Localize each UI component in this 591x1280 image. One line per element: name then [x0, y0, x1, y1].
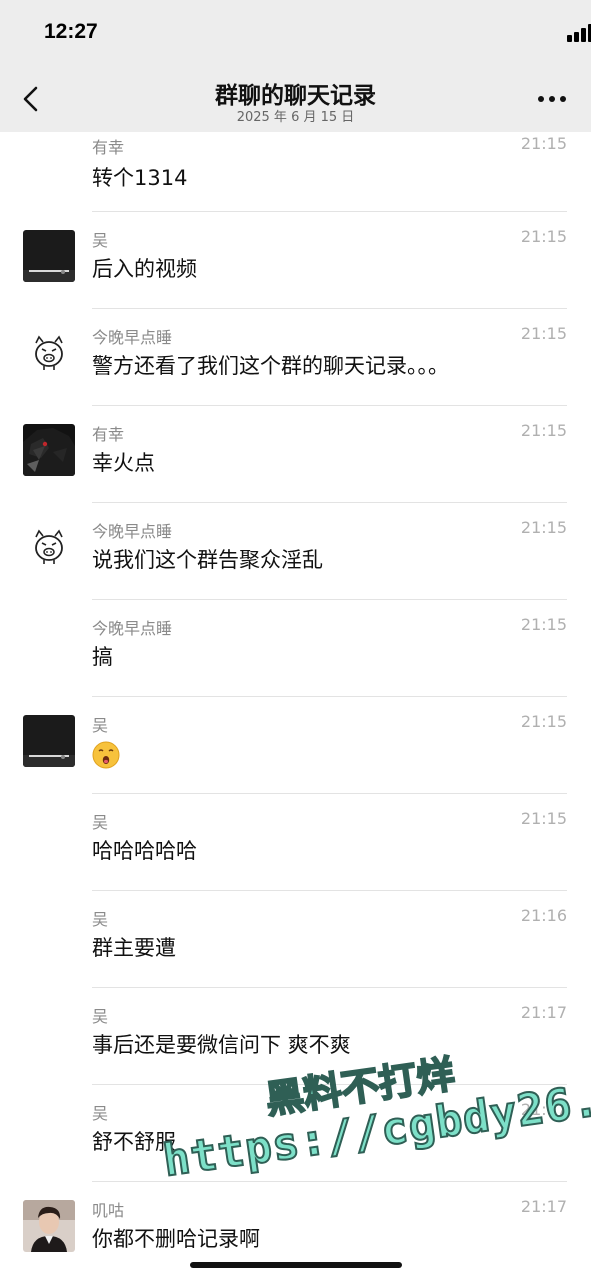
- sender-name: 吴: [92, 1104, 109, 1123]
- message-item[interactable]: 有幸 21:15 转个1314: [0, 132, 591, 212]
- message-text: 说我们这个群告聚众淫乱: [92, 548, 323, 572]
- surprised-face-emoji: [92, 741, 120, 769]
- message-time: 21:15: [520, 518, 567, 537]
- sender-name: 吴: [92, 813, 109, 832]
- pig-face-avatar[interactable]: [23, 521, 75, 573]
- sender-name: 今晚早点睡: [92, 328, 173, 347]
- message-time: 21:16: [520, 906, 567, 925]
- message-text: 警方还看了我们这个群的聊天记录。。。: [92, 354, 449, 378]
- message-item[interactable]: 吴 21:15 哈哈哈哈哈: [0, 794, 591, 891]
- message-item[interactable]: 吴 21:16 群主要遭: [0, 891, 591, 988]
- message-text: 事后还是要微信问下 爽不爽: [92, 1033, 351, 1057]
- message-time: 21:15: [520, 324, 567, 343]
- dark-photo-avatar[interactable]: [23, 230, 75, 282]
- message-item[interactable]: 今晚早点睡 21:15 说我们这个群告聚众淫乱: [0, 503, 591, 600]
- page-title: 群聊的聊天记录: [215, 83, 376, 109]
- message-time: 21:17: [520, 1197, 567, 1216]
- message-item[interactable]: 今晚早点睡 21:15 搞: [0, 600, 591, 697]
- message-time: 21:15: [520, 712, 567, 731]
- message-time: 21:15: [520, 227, 567, 246]
- message-time: 21:17: [520, 1100, 567, 1119]
- message-time: 21:17: [520, 1003, 567, 1022]
- sender-name: 吴: [92, 910, 109, 929]
- message-item[interactable]: 今晚早点睡 21:15 警方还看了我们这个群的聊天记录。。。: [0, 309, 591, 406]
- pig-face-avatar[interactable]: [23, 327, 75, 379]
- message-item[interactable]: 吴 21:17 舒不舒服: [0, 1085, 591, 1182]
- sender-name: 叽咕: [92, 1201, 125, 1220]
- message-text: 舒不舒服: [92, 1130, 176, 1154]
- sender-name: 今晚早点睡: [92, 619, 173, 638]
- message-item[interactable]: 吴 21:17 事后还是要微信问下 爽不爽: [0, 988, 591, 1085]
- sender-name: 吴: [92, 1007, 109, 1026]
- home-indicator[interactable]: [190, 1262, 402, 1268]
- message-item[interactable]: 吴 21:15: [0, 697, 591, 794]
- sender-name: 有幸: [92, 138, 125, 157]
- message-text: 哈哈哈哈哈: [92, 839, 197, 863]
- page-subtitle-date: 2025 年 6 月 15 日: [236, 110, 355, 125]
- man-photo-avatar[interactable]: [23, 1200, 75, 1252]
- message-text: 群主要遭: [92, 936, 176, 960]
- message-text: 转个1314: [92, 166, 188, 190]
- sender-name: 吴: [92, 231, 109, 250]
- signal-icon: [567, 24, 591, 44]
- top-bar: 12:27 群聊的聊天记录 2025 年 6 月 15 日: [0, 0, 591, 132]
- message-time: 21:15: [520, 809, 567, 828]
- sender-name: 吴: [92, 716, 109, 735]
- message-item[interactable]: 有幸 21:15 幸火点: [0, 406, 591, 503]
- message-time: 21:15: [520, 421, 567, 440]
- message-text: 你都不删哈记录啊: [92, 1227, 260, 1251]
- sender-name: 今晚早点睡: [92, 522, 173, 541]
- message-time: 21:15: [520, 615, 567, 634]
- message-text: 搞: [92, 645, 113, 669]
- chat-history-screen: 12:27 群聊的聊天记录 2025 年 6 月 15 日 有幸 21:15 转…: [0, 0, 591, 1280]
- message-time: 21:15: [520, 134, 567, 153]
- navigation-bar: 群聊的聊天记录 2025 年 6 月 15 日: [0, 70, 591, 130]
- message-list: 有幸 21:15 转个1314 吴 21:15 后入的视频 今晚早点睡 21:1…: [0, 132, 591, 1279]
- more-dots-icon[interactable]: [535, 92, 569, 106]
- message-item[interactable]: 吴 21:15 后入的视频: [0, 212, 591, 309]
- anime-dark-avatar[interactable]: [23, 424, 75, 476]
- sender-name: 有幸: [92, 425, 125, 444]
- message-text: 幸火点: [92, 451, 155, 475]
- status-time: 12:27: [44, 20, 98, 43]
- message-text: 后入的视频: [92, 257, 197, 281]
- dark-photo-avatar[interactable]: [23, 715, 75, 767]
